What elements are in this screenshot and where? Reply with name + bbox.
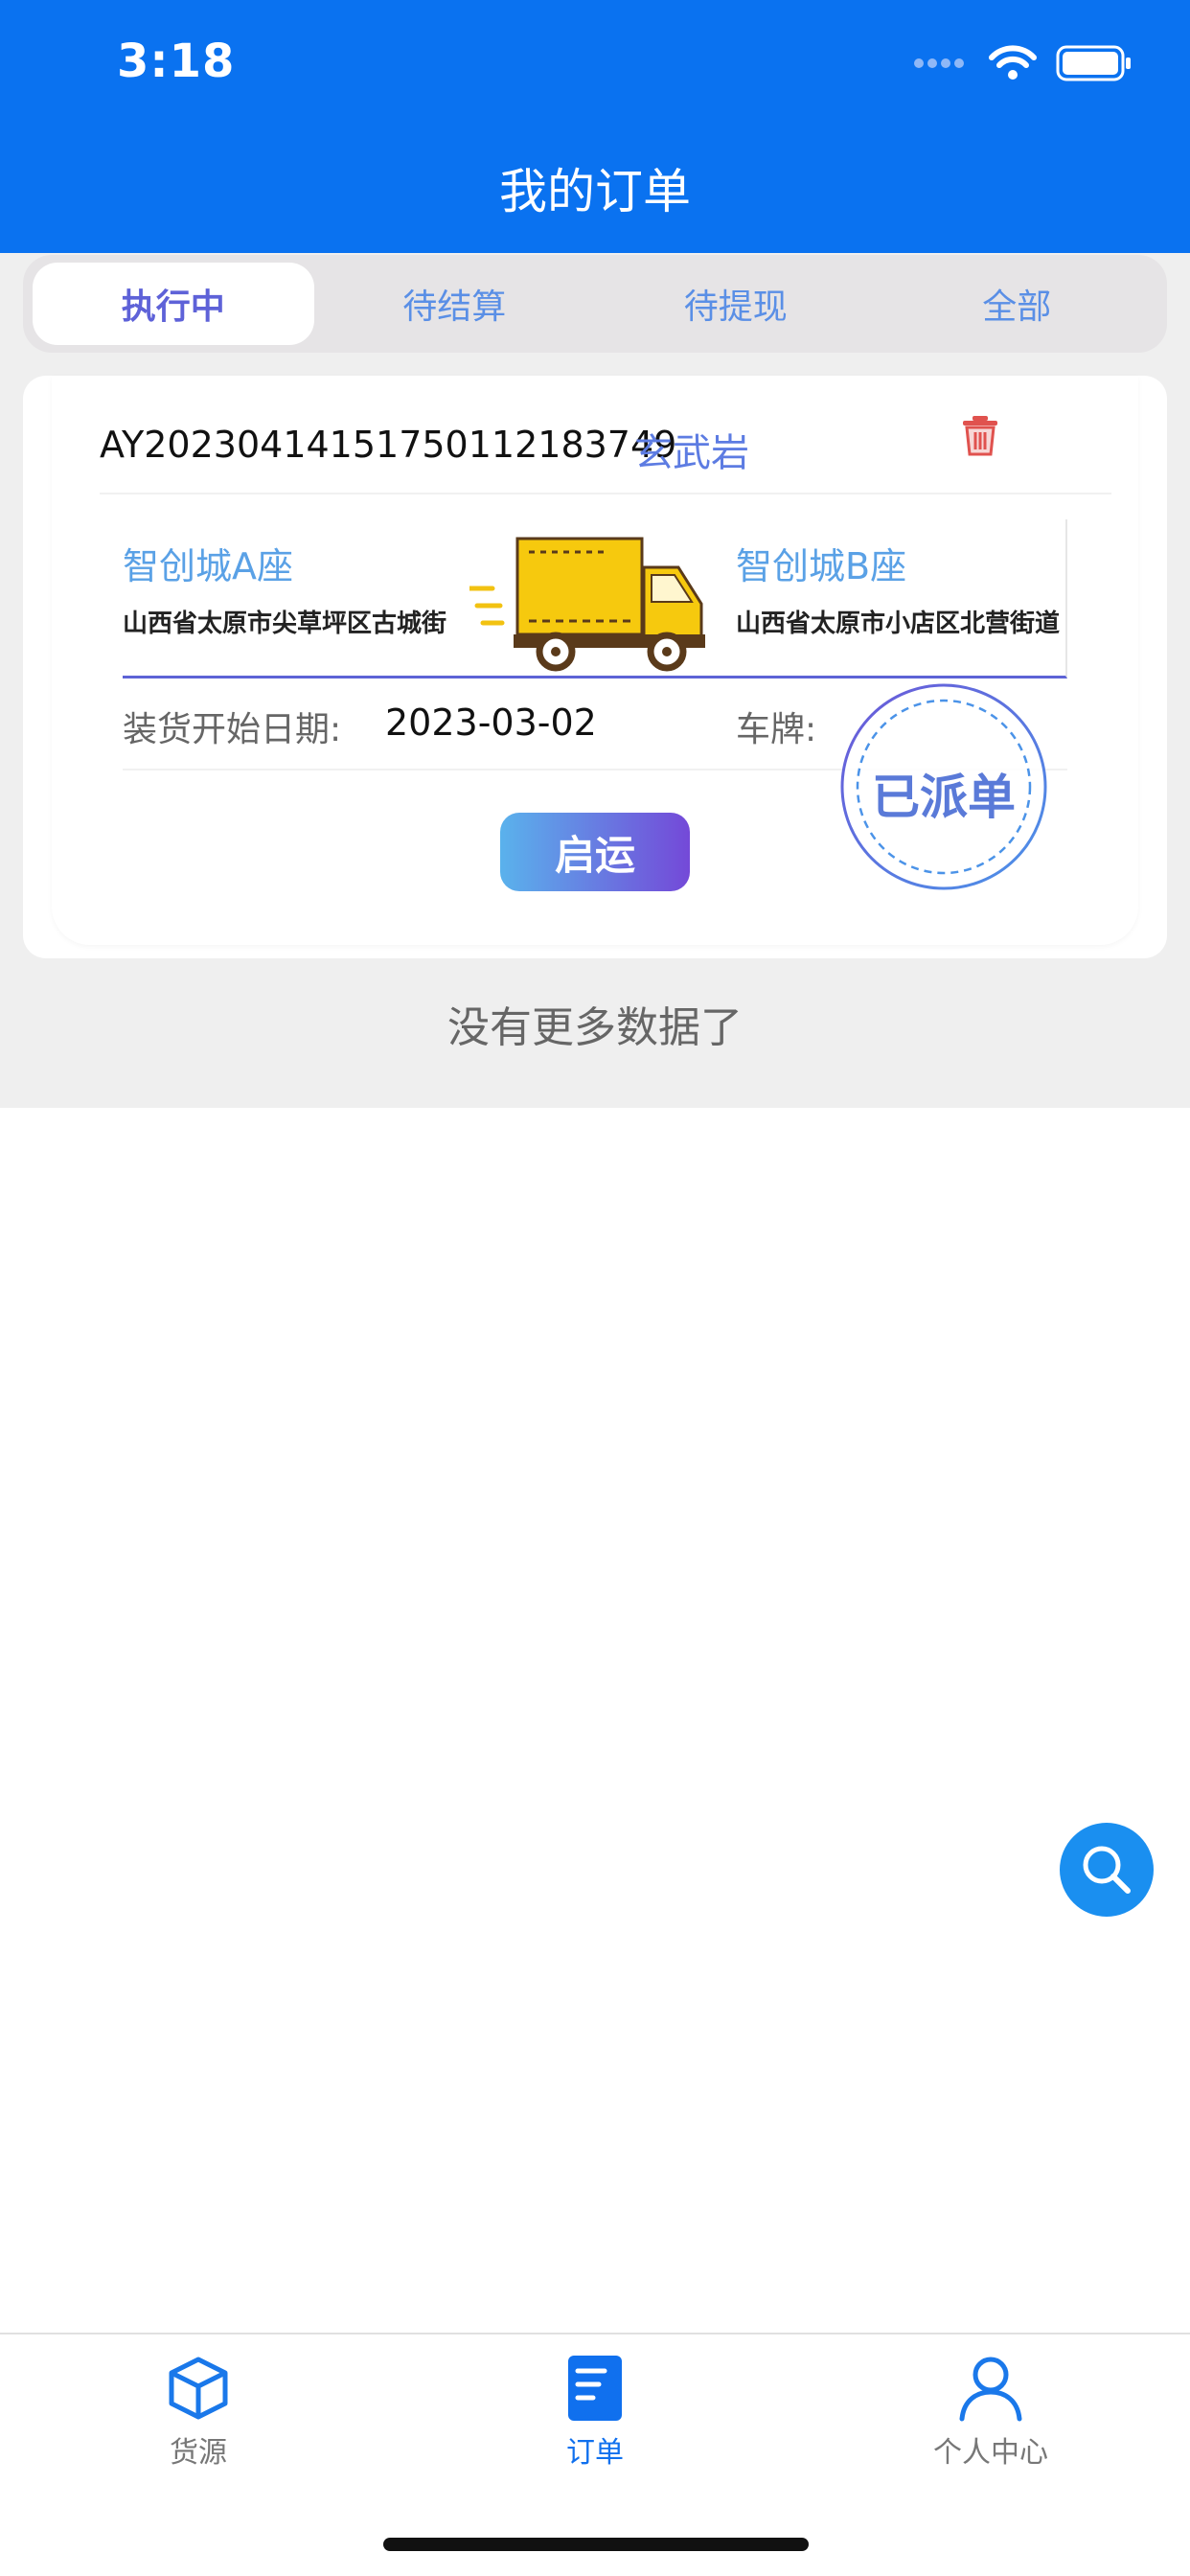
destination-name: 智创城B座 (736, 545, 907, 587)
tab-pending-withdrawal[interactable]: 待提现 (595, 263, 877, 345)
nav-item-cargo[interactable]: 货源 (103, 2344, 294, 2471)
nav-item-profile[interactable]: 个人中心 (895, 2344, 1087, 2471)
home-indicator (383, 2538, 809, 2551)
origin-name: 智创城A座 (123, 545, 293, 587)
search-icon (1083, 1846, 1131, 1894)
plate-label: 车牌: (736, 710, 817, 749)
wifi-icon (989, 45, 1037, 80)
tab-all[interactable]: 全部 (877, 263, 1158, 345)
status-time: 3:18 (117, 34, 236, 88)
list-end-text: 没有更多数据了 (447, 1003, 743, 1052)
signal-icon (914, 58, 964, 68)
nav-item-orders[interactable]: 订单 (499, 2344, 691, 2471)
order-number: AY20230414151750112183749 (100, 424, 677, 466)
battery-icon (1056, 45, 1131, 81)
load-date-value: 2023-03-02 (385, 702, 597, 744)
user-icon (959, 2357, 1022, 2422)
search-button[interactable] (1060, 1823, 1154, 1917)
tab-executing[interactable]: 执行中 (33, 263, 314, 345)
nav-label-orders: 订单 (566, 2436, 624, 2470)
document-icon (568, 2356, 622, 2421)
tab-pending-settlement[interactable]: 待结算 (314, 263, 596, 345)
order-card[interactable]: AY20230414151750112183749 玄武岩 智创城A座 山西省太… (23, 376, 1167, 958)
load-date-label: 装货开始日期: (123, 710, 342, 749)
dispatched-stamp-text: 已派单 (872, 770, 1016, 825)
truck-icon (469, 537, 705, 672)
divider (100, 493, 1111, 494)
nav-label-profile: 个人中心 (933, 2436, 1048, 2470)
header-bar: 3:18 我的订单 (0, 0, 1190, 253)
page-title: 我的订单 (499, 164, 691, 219)
destination-address: 山西省太原市小店区北营街道 (736, 610, 1061, 638)
cube-icon (169, 2357, 228, 2420)
order-status-tabs: 执行中 待结算 待提现 全部 (23, 255, 1167, 353)
status-icons (914, 44, 1133, 82)
product-name: 玄武岩 (634, 431, 749, 475)
origin-address: 山西省太原市尖草坪区古城街 (123, 610, 447, 638)
route-panel: 智创城A座 山西省太原市尖草坪区古城街 智创城B座 山西省太原市小店区北营街道 (123, 519, 1067, 678)
trash-icon[interactable] (960, 414, 1000, 456)
nav-label-cargo: 货源 (170, 2436, 227, 2470)
start-transport-button[interactable]: 启运 (500, 813, 690, 891)
